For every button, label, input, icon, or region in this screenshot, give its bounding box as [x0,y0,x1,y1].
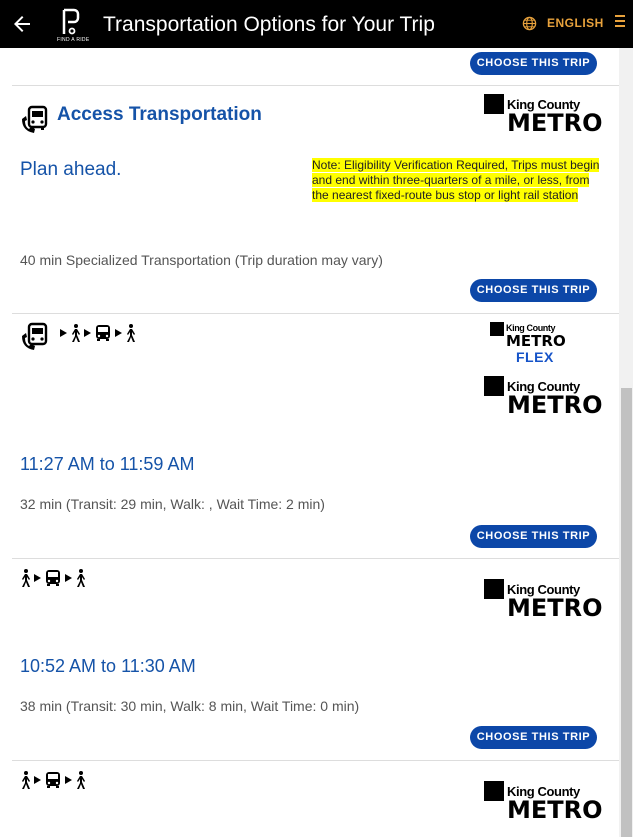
globe-icon [522,16,537,31]
king-county-metro-logo: King County METRO [484,94,603,138]
king-county-crown-icon [484,579,504,599]
logo-text: FIND A RIDE [57,37,90,43]
walk-icon [127,324,135,342]
arrow-right-icon [65,776,72,784]
arrow-right-icon [65,574,72,582]
app-header: FIND A RIDE Transportation Options for Y… [0,0,633,48]
king-county-crown-icon [484,781,504,801]
king-county-metro-logo: King County METRO [484,781,603,825]
bus-icon [46,772,60,788]
choose-trip-button[interactable]: CHOOSE THIS TRIP [470,52,597,75]
back-button[interactable] [10,12,34,36]
king-county-crown-icon [490,322,504,336]
trip-list: CHOOSE THIS TRIP Access Transportation K… [0,48,619,837]
bus-icon [96,325,110,341]
trip-card-2: King County METRO 10:52 AM to 11:30 AM 3… [12,558,619,760]
logo-icon [62,8,80,35]
arrow-left-icon [14,16,30,32]
walk-icon [72,324,80,342]
page-title: Transportation Options for Your Trip [103,13,435,36]
king-county-crown-icon [484,376,504,396]
arrow-right-icon [60,329,67,337]
eligibility-note: Note: Eligibility Verification Required,… [312,158,600,202]
walk-icon [77,569,85,587]
trip-duration: 38 min (Transit: 30 min, Walk: 8 min, Wa… [20,698,360,714]
menu-button[interactable] [615,15,627,31]
king-county-metro-logo: King County METRO [484,579,603,623]
choose-trip-button[interactable]: CHOOSE THIS TRIP [470,279,597,302]
scrollbar-thumb[interactable] [621,388,632,837]
king-county-crown-icon [484,94,504,114]
trip-duration: 32 min (Transit: 29 min, Walk: , Wait Ti… [20,496,325,512]
plan-ahead-text: Plan ahead. [20,159,122,180]
arrow-right-icon [34,574,41,582]
arrow-right-icon [84,329,91,337]
bus-icon [46,570,60,586]
choose-trip-button[interactable]: CHOOSE THIS TRIP [470,726,597,749]
flex-label: FLEX [516,349,554,365]
trip-time[interactable]: 10:52 AM to 11:30 AM [20,656,196,677]
trip-card-access: Access Transportation King County METRO … [12,85,619,312]
menu-icon [615,15,625,17]
trip-duration: 40 min Specialized Transportation (Trip … [20,252,383,268]
language-label: ENGLISH [547,16,604,30]
walk-icon [22,771,30,789]
arrow-right-icon [34,776,41,784]
access-title[interactable]: Access Transportation [57,104,262,126]
trip-legs [20,569,86,587]
arrow-right-icon [115,329,122,337]
paratransit-phone-icon [22,322,48,350]
walk-icon [22,569,30,587]
paratransit-phone-icon [22,105,48,133]
choose-trip-button[interactable]: CHOOSE THIS TRIP [470,525,597,548]
walk-icon [77,771,85,789]
trip-card-3: King County METRO [12,760,619,837]
trip-legs [59,324,136,342]
king-county-metro-flex-logo: King County METRO FLEX [490,322,580,372]
trip-time[interactable]: 11:27 AM to 11:59 AM [20,454,194,475]
king-county-metro-logo: King County METRO [484,376,603,420]
trip-card-1: King County METRO FLEX King County METRO… [12,313,619,558]
trip-legs [20,771,86,789]
